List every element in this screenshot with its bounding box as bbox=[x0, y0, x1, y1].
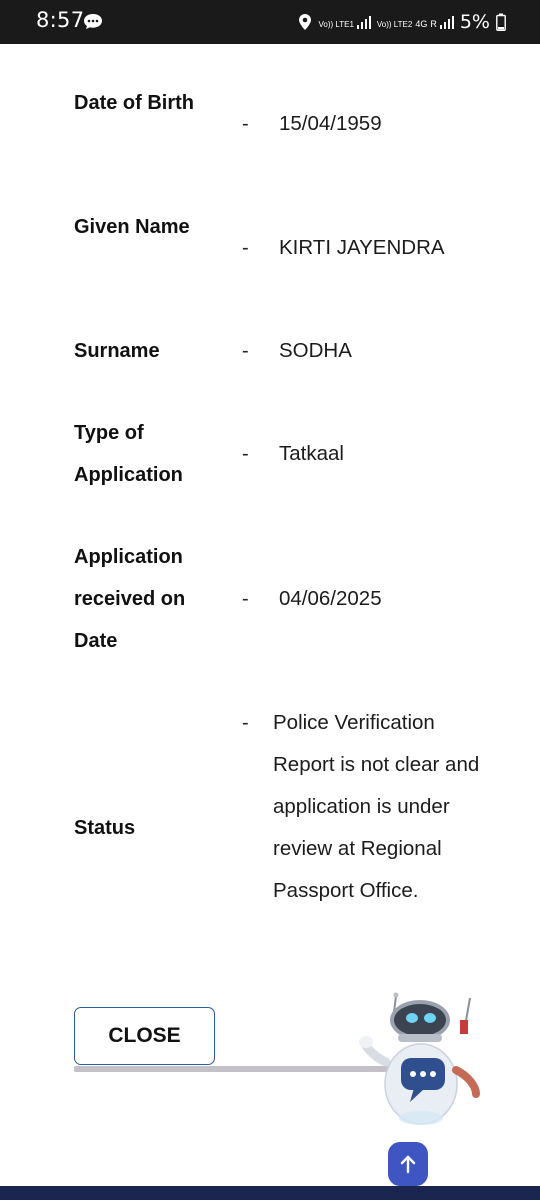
row-value: 15/04/1959 bbox=[279, 112, 382, 135]
detail-row-surname: Surname - SODHA bbox=[0, 330, 540, 372]
row-label: Application received on Date bbox=[74, 546, 186, 652]
network-type-label: 4G bbox=[415, 19, 428, 29]
row-value: Tatkaal bbox=[279, 442, 344, 465]
row-separator: - bbox=[242, 237, 249, 259]
row-label: Surname bbox=[74, 340, 160, 362]
detail-row-date-of-birth: Date of Birth - 15/04/1959 bbox=[0, 82, 540, 166]
row-label: Type of Application bbox=[74, 422, 183, 486]
battery-percent: 5% bbox=[459, 11, 490, 33]
signal-lte1: Vo)) LTE1 bbox=[318, 15, 371, 29]
detail-row-given-name: Given Name - KIRTI JAYENDRA bbox=[0, 206, 540, 290]
network-label-1: Vo)) LTE1 bbox=[318, 20, 354, 29]
arrow-up-icon bbox=[400, 1155, 416, 1174]
signal-bars-icon bbox=[356, 16, 371, 29]
signal-bars-icon bbox=[439, 16, 454, 29]
detail-row-application-received-date: Application received on Date - 04/06/202… bbox=[0, 536, 540, 662]
status-time: 8:57 bbox=[36, 8, 85, 32]
status-bar: 8:57 Vo)) LTE1 Vo)) LTE2 4G R 5% bbox=[0, 0, 540, 44]
signal-lte2: Vo)) LTE2 4G R bbox=[377, 15, 454, 29]
close-button[interactable]: CLOSE bbox=[74, 1007, 215, 1065]
detail-row-status: Status - Police Verification Report is n… bbox=[0, 702, 540, 954]
row-separator: - bbox=[242, 712, 249, 734]
row-value: 04/06/2025 bbox=[279, 587, 382, 610]
row-separator: - bbox=[242, 113, 249, 135]
location-icon bbox=[299, 14, 312, 30]
row-label: Given Name bbox=[74, 216, 190, 238]
row-separator: - bbox=[242, 588, 249, 610]
bottom-bar bbox=[0, 1186, 540, 1200]
row-label: Date of Birth bbox=[74, 92, 194, 114]
status-icons: Vo)) LTE1 Vo)) LTE2 4G R 5% bbox=[298, 6, 506, 38]
status-value: Police Verification Report is not clear … bbox=[273, 711, 480, 902]
message-icon bbox=[84, 14, 102, 29]
network-label-2: Vo)) LTE2 bbox=[376, 20, 413, 29]
row-label: Status bbox=[74, 817, 136, 839]
row-separator: - bbox=[242, 443, 249, 465]
row-separator: - bbox=[242, 340, 249, 362]
detail-row-type-of-application: Type of Application - Tatkaal bbox=[0, 412, 540, 496]
chatbot-robot-icon[interactable] bbox=[358, 990, 484, 1130]
battery-icon bbox=[496, 13, 506, 31]
scroll-to-top-button[interactable] bbox=[388, 1142, 428, 1186]
horizontal-scrollbar[interactable] bbox=[74, 1066, 404, 1072]
roaming-label: R bbox=[430, 19, 437, 29]
row-value: SODHA bbox=[279, 339, 352, 362]
row-value: KIRTI JAYENDRA bbox=[279, 236, 445, 259]
